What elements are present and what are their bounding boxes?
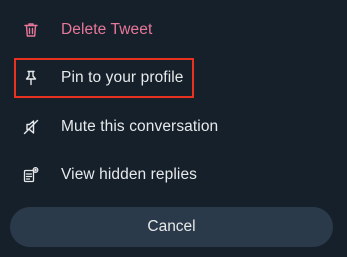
pin-icon: [22, 69, 40, 87]
view-hidden-replies-label: View hidden replies: [61, 166, 198, 183]
trash-icon: [22, 21, 40, 39]
view-hidden-replies-item[interactable]: View hidden replies: [0, 151, 347, 199]
hidden-replies-icon: [22, 166, 40, 184]
pin-to-profile-item[interactable]: Pin to your profile: [0, 54, 347, 102]
delete-tweet-item[interactable]: Delete Tweet: [0, 6, 347, 54]
pin-to-profile-label: Pin to your profile: [61, 69, 184, 86]
delete-tweet-label: Delete Tweet: [61, 21, 153, 38]
mute-icon: [22, 118, 40, 136]
action-sheet: Delete Tweet Pin to your profile Mute th…: [0, 0, 347, 257]
mute-conversation-label: Mute this conversation: [61, 118, 219, 135]
mute-conversation-item[interactable]: Mute this conversation: [0, 103, 347, 151]
cancel-button[interactable]: Cancel: [10, 207, 333, 247]
